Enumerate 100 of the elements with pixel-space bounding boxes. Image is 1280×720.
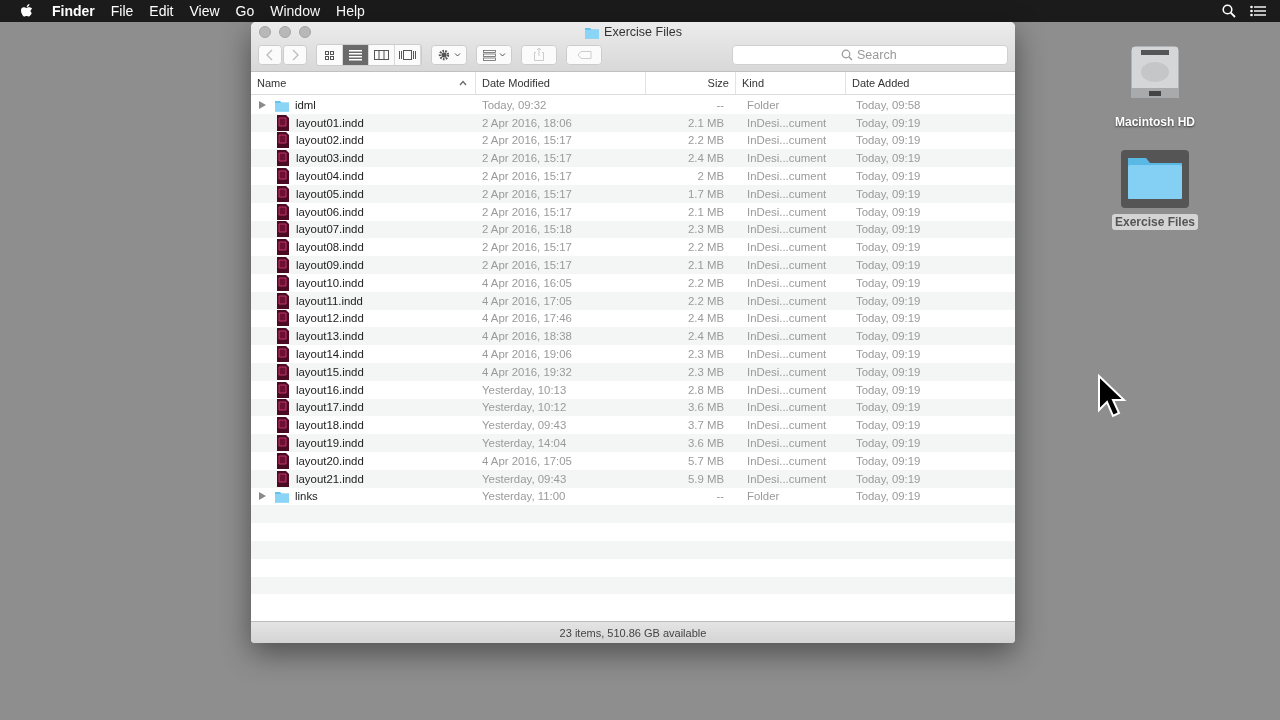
table-cell-text: Today, 09:19 xyxy=(855,383,922,396)
view-list-button[interactable] xyxy=(343,45,369,65)
file-name[interactable]: layout05.indd xyxy=(296,187,364,200)
document-icon xyxy=(276,239,290,256)
table-cell-text: InDesi...cument xyxy=(746,437,828,450)
document-icon xyxy=(276,274,290,291)
file-name[interactable]: layout12.indd xyxy=(296,312,364,325)
minimize-button[interactable] xyxy=(279,26,291,38)
table-cell-text: 4 Apr 2016, 17:05 xyxy=(481,294,573,307)
table-cell-text: 2 Apr 2016, 15:17 xyxy=(481,134,573,147)
menu-item[interactable]: Window xyxy=(270,3,321,19)
menu-item[interactable]: View xyxy=(189,3,220,19)
file-name[interactable]: layout02.indd xyxy=(296,134,364,147)
table-cell-text: Today, 09:58 xyxy=(855,98,922,111)
table-cell-text: InDesi...cument xyxy=(746,383,828,396)
table-cell-text: InDesi...cument xyxy=(746,134,828,147)
table-cell-text: InDesi...cument xyxy=(746,472,828,485)
document-icon xyxy=(276,203,290,220)
file-name[interactable]: layout11.indd xyxy=(296,294,363,307)
column-header[interactable]: Kind xyxy=(736,72,846,94)
search-icon xyxy=(841,49,853,61)
menu-item[interactable]: Go xyxy=(235,3,255,19)
file-name[interactable]: layout07.indd xyxy=(296,223,364,236)
file-name[interactable]: layout15.indd xyxy=(296,365,364,378)
table-cell-text: Today, 09:19 xyxy=(855,134,922,147)
menu-item[interactable]: Finder xyxy=(52,3,95,19)
column-header[interactable]: Size xyxy=(646,72,736,94)
file-name[interactable]: layout06.indd xyxy=(296,205,364,218)
table-cell-text: InDesi...cument xyxy=(746,241,828,254)
table-cell-text: 3.6 MB xyxy=(686,401,725,414)
document-icon xyxy=(276,381,290,398)
view-icons-button[interactable] xyxy=(317,45,343,65)
table-cell-text: Folder xyxy=(746,490,781,503)
table-cell-text: 2 Apr 2016, 15:17 xyxy=(481,152,573,165)
folder-icon xyxy=(584,25,601,39)
file-name[interactable]: layout19.indd xyxy=(296,437,364,450)
table-cell-text: Today, 09:19 xyxy=(855,187,922,200)
column-header[interactable]: Date Modified xyxy=(476,72,646,94)
table-cell-text: InDesi...cument xyxy=(746,419,828,432)
disclosure-triangle-icon[interactable] xyxy=(259,492,266,501)
file-name[interactable]: layout01.indd xyxy=(296,116,364,129)
document-icon xyxy=(276,363,290,380)
table-cell-text: Yesterday, 09:43 xyxy=(481,419,568,432)
table-cell-text: Today, 09:19 xyxy=(855,401,922,414)
file-name[interactable]: layout04.indd xyxy=(296,170,364,183)
table-cell-text: Today, 09:19 xyxy=(855,419,922,432)
hard-drive-icon xyxy=(1129,44,1181,100)
table-cell-text: InDesi...cument xyxy=(746,365,828,378)
file-name[interactable]: layout13.indd xyxy=(296,330,364,343)
file-name[interactable]: layout17.indd xyxy=(296,401,364,414)
table-cell-text: Today, 09:19 xyxy=(855,312,922,325)
table-cell-text: 2 Apr 2016, 15:18 xyxy=(481,223,573,236)
table-cell-text: 2.1 MB xyxy=(686,116,725,129)
arrange-button[interactable] xyxy=(476,45,512,65)
action-button[interactable] xyxy=(431,45,467,65)
search-field[interactable]: Search xyxy=(732,45,1008,65)
table-cell-text: 2.3 MB xyxy=(686,365,725,378)
view-cover-flow-button[interactable] xyxy=(395,45,421,65)
document-icon xyxy=(276,150,290,167)
file-name[interactable]: layout16.indd xyxy=(296,383,364,396)
document-icon xyxy=(276,435,290,452)
list-icon[interactable] xyxy=(1250,5,1266,17)
file-name[interactable]: links xyxy=(295,490,318,503)
document-icon xyxy=(276,310,290,327)
file-name[interactable]: layout14.indd xyxy=(296,348,364,361)
table-cell-text: Today, 09:19 xyxy=(855,116,922,129)
table-cell-text: Today, 09:19 xyxy=(855,276,922,289)
menu-item[interactable]: Help xyxy=(336,3,365,19)
file-name[interactable]: layout20.indd xyxy=(296,454,364,467)
table-cell-text: 2.1 MB xyxy=(686,205,725,218)
table-cell-text: 4 Apr 2016, 19:06 xyxy=(481,348,573,361)
table-cell-text: 2 Apr 2016, 15:17 xyxy=(481,170,573,183)
icon-label[interactable]: Exercise Files xyxy=(1111,214,1199,230)
table-cell-text: Yesterday, 10:13 xyxy=(481,383,568,396)
apple-logo-icon[interactable] xyxy=(20,3,34,19)
file-name[interactable]: layout03.indd xyxy=(296,152,364,165)
table-cell-text: Today, 09:19 xyxy=(855,205,922,218)
file-name[interactable]: idml xyxy=(295,98,316,111)
file-name[interactable]: layout21.indd xyxy=(296,472,364,485)
column-header[interactable]: Date Added xyxy=(846,72,1015,94)
disclosure-triangle-icon[interactable] xyxy=(259,100,266,109)
document-icon xyxy=(276,132,290,149)
search-icon[interactable] xyxy=(1222,4,1236,18)
document-icon xyxy=(276,185,290,202)
close-button[interactable] xyxy=(259,26,271,38)
file-name[interactable]: layout09.indd xyxy=(296,259,364,272)
file-name[interactable]: layout18.indd xyxy=(296,419,364,432)
zoom-button[interactable] xyxy=(299,26,311,38)
view-columns-button[interactable] xyxy=(369,45,395,65)
menu-item[interactable]: Edit xyxy=(149,3,174,19)
search-input[interactable]: Search xyxy=(857,48,899,62)
file-name[interactable]: layout08.indd xyxy=(296,241,364,254)
table-cell-text: 2.2 MB xyxy=(686,294,725,307)
menu-item[interactable]: File xyxy=(110,3,134,19)
column-header[interactable]: Name xyxy=(251,72,476,94)
file-name[interactable]: layout10.indd xyxy=(296,276,364,289)
table-cell-text: 2.4 MB xyxy=(686,330,725,343)
table-cell-text: 3.7 MB xyxy=(686,419,725,432)
table-cell-text: Today, 09:19 xyxy=(855,223,922,236)
table-cell-text: Today, 09:19 xyxy=(855,330,922,343)
